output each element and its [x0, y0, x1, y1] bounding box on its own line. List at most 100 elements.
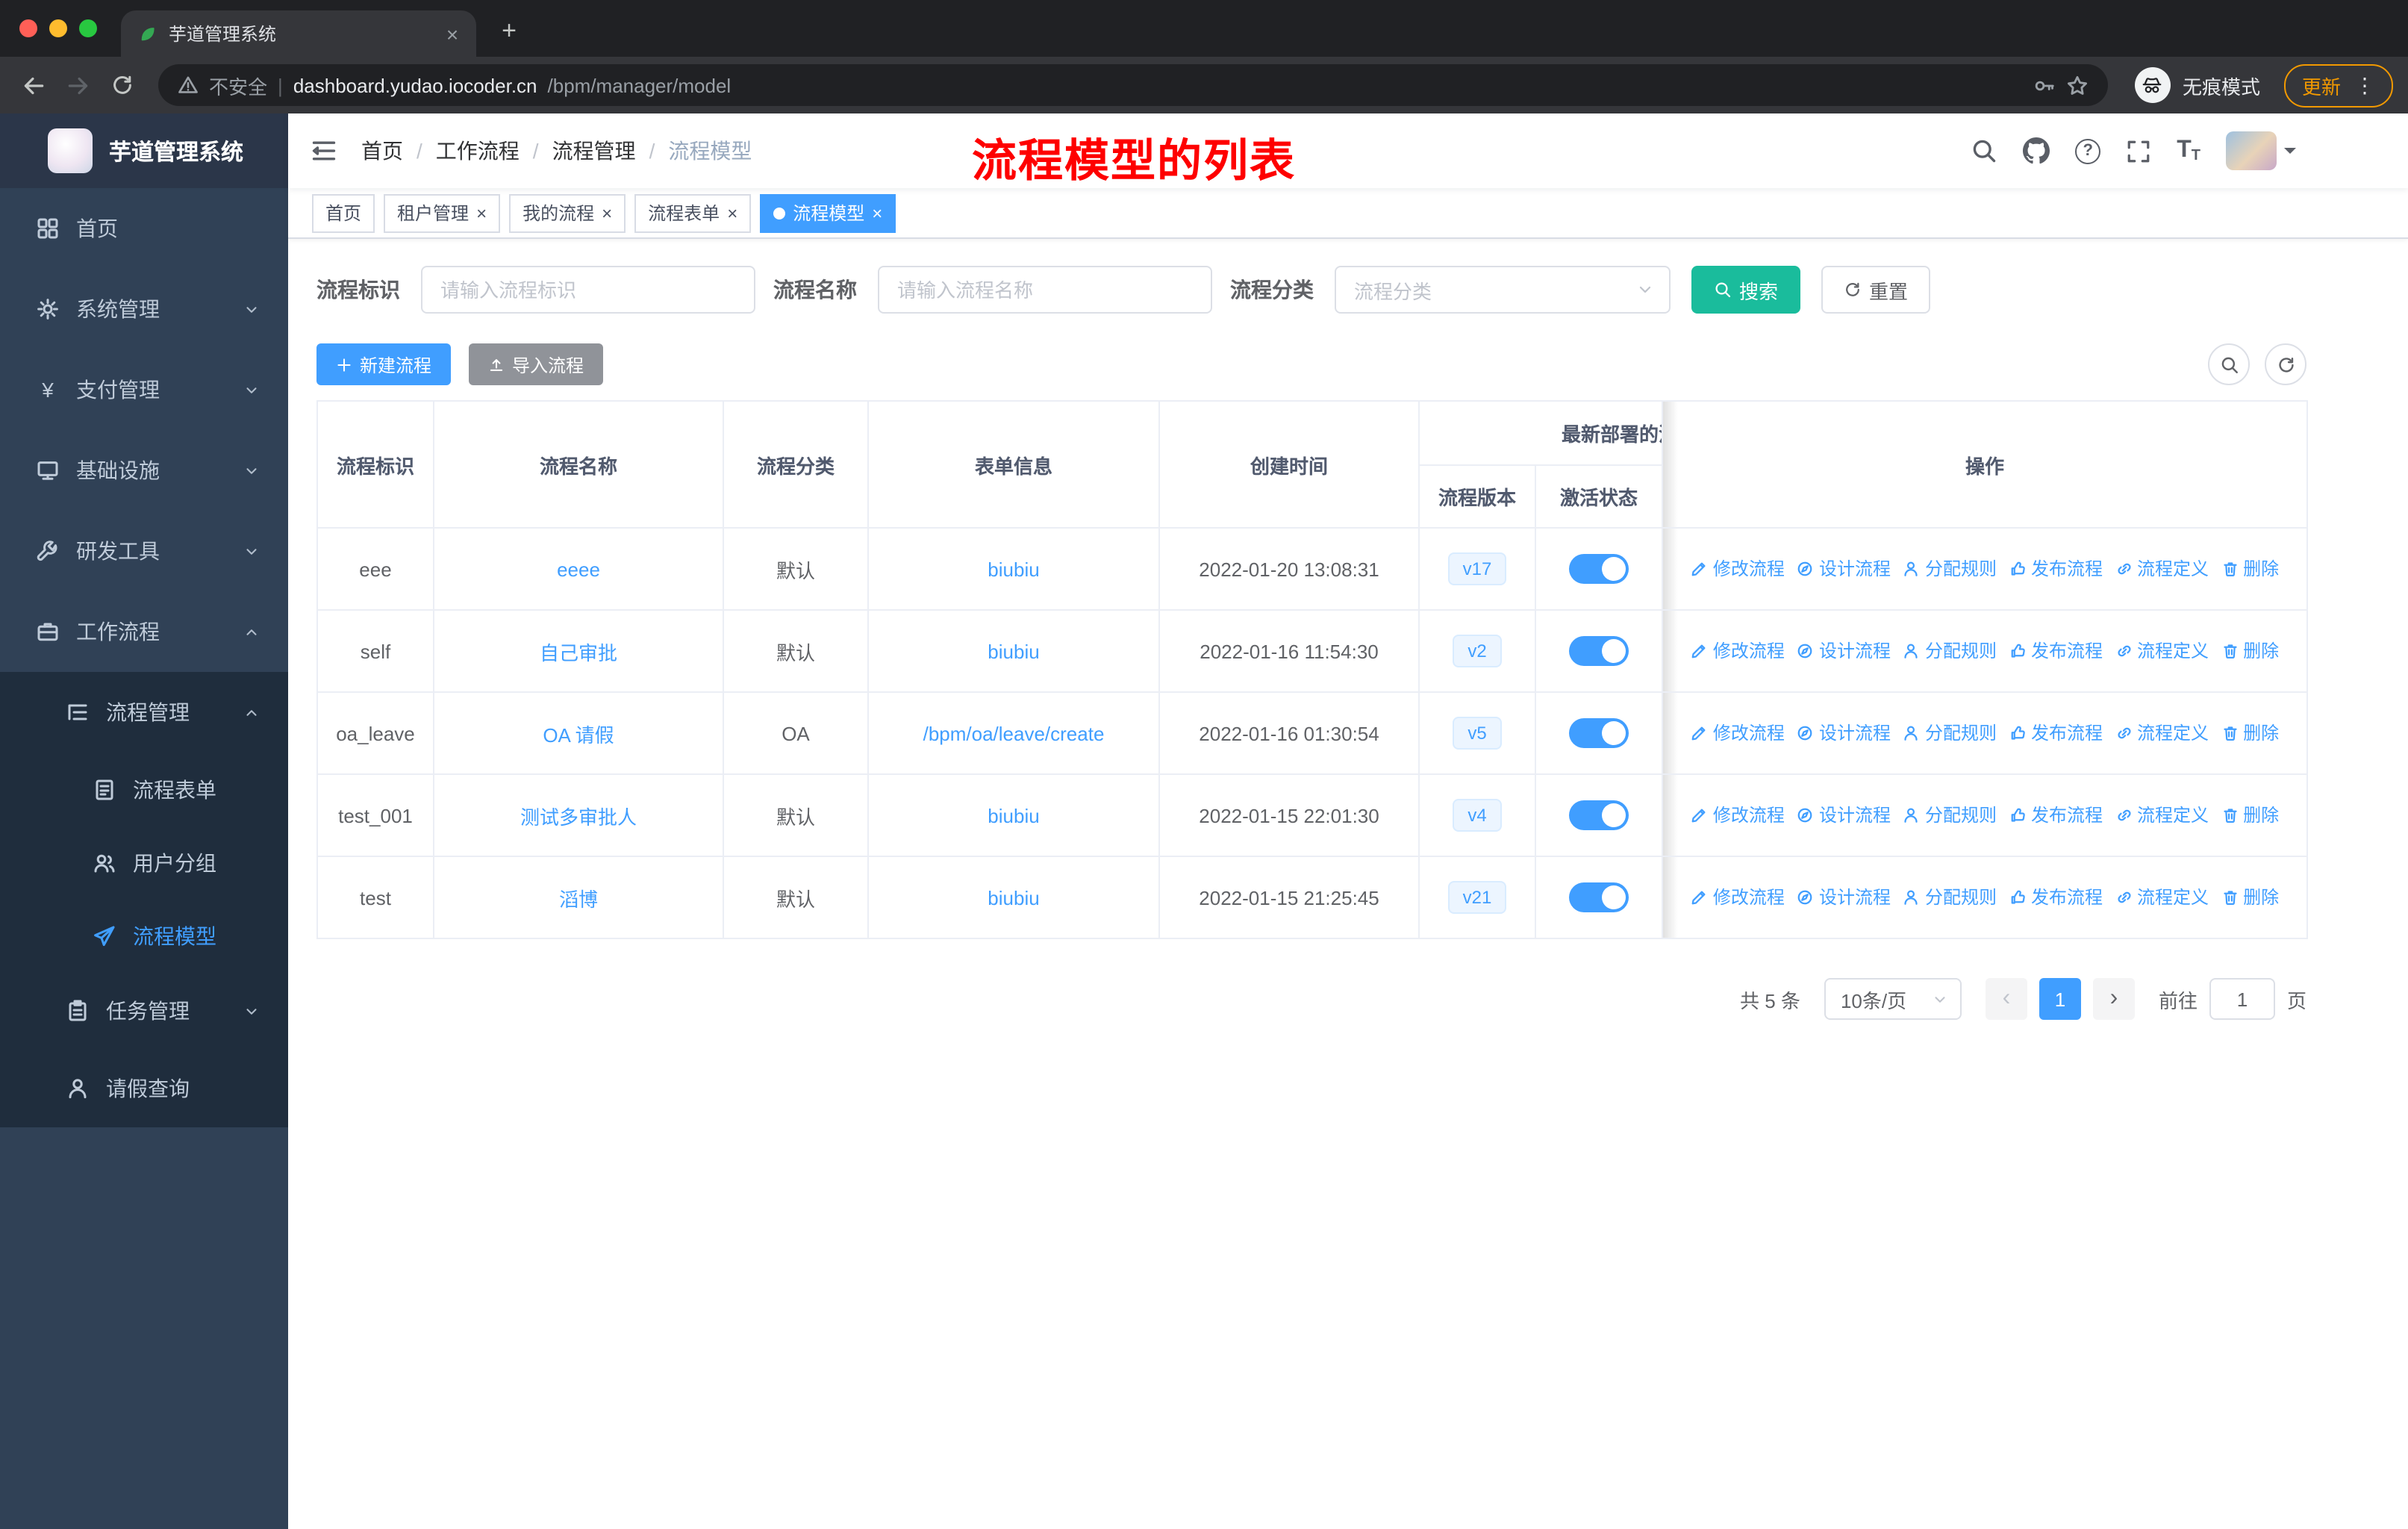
sidebar-item-workflow[interactable]: 工作流程: [0, 591, 288, 672]
tag-process-model[interactable]: 流程模型 ×: [760, 193, 896, 232]
traffic-zoom-button[interactable]: [79, 19, 97, 37]
address-bar[interactable]: 不安全 | dashboard.yudao.iocoder.cn /bpm/ma…: [158, 64, 2108, 106]
form-info-link[interactable]: biubiu: [988, 640, 1039, 662]
process-name-input[interactable]: [878, 266, 1212, 314]
publish-process-link[interactable]: 发布流程: [2009, 556, 2103, 582]
activation-toggle[interactable]: [1569, 636, 1629, 666]
browser-tab[interactable]: 芋道管理系统 ×: [121, 10, 476, 57]
search-icon[interactable]: [1971, 137, 1997, 164]
font-size-icon[interactable]: TT: [2177, 137, 2200, 164]
sidebar-item-infrastructure[interactable]: 基础设施: [0, 430, 288, 511]
breadcrumb-workflow[interactable]: 工作流程: [436, 136, 520, 166]
new-tab-button[interactable]: +: [494, 16, 524, 46]
process-definition-link[interactable]: 流程定义: [2115, 720, 2209, 746]
goto-page-input[interactable]: [2209, 978, 2275, 1020]
reset-button[interactable]: 重置: [1821, 266, 1931, 314]
browser-menu-icon[interactable]: ⋮: [2354, 72, 2375, 98]
help-icon[interactable]: ?: [2075, 138, 2101, 164]
browser-update-button[interactable]: 更新 ⋮: [2283, 63, 2393, 107]
sidebar-item-process-model[interactable]: 流程模型: [0, 899, 288, 972]
activation-toggle[interactable]: [1569, 554, 1629, 584]
publish-process-link[interactable]: 发布流程: [2009, 720, 2103, 746]
publish-process-link[interactable]: 发布流程: [2009, 803, 2103, 828]
app-logo[interactable]: 芋道管理系统: [0, 113, 288, 188]
design-process-link[interactable]: 设计流程: [1797, 803, 1891, 828]
delete-link[interactable]: 删除: [2221, 720, 2279, 746]
form-info-link[interactable]: biubiu: [988, 886, 1039, 909]
edit-process-link[interactable]: 修改流程: [1691, 803, 1785, 828]
traffic-minimize-button[interactable]: [49, 19, 67, 37]
search-button[interactable]: 搜索: [1691, 266, 1801, 314]
design-process-link[interactable]: 设计流程: [1797, 638, 1891, 664]
activation-toggle[interactable]: [1569, 800, 1629, 830]
delete-link[interactable]: 删除: [2221, 803, 2279, 828]
process-name-link[interactable]: 自己审批: [540, 641, 617, 664]
process-name-link[interactable]: 滔博: [559, 888, 598, 910]
create-process-button[interactable]: 新建流程: [316, 343, 452, 385]
sidebar-item-process-form[interactable]: 流程表单: [0, 753, 288, 826]
process-name-link[interactable]: eeee: [557, 558, 600, 580]
form-info-link[interactable]: biubiu: [988, 558, 1039, 580]
tag-my-process[interactable]: 我的流程 ×: [509, 193, 626, 232]
process-definition-link[interactable]: 流程定义: [2115, 803, 2209, 828]
edit-process-link[interactable]: 修改流程: [1691, 556, 1785, 582]
design-process-link[interactable]: 设计流程: [1797, 556, 1891, 582]
tab-close-icon[interactable]: ×: [440, 22, 464, 46]
sidebar-item-payment[interactable]: ¥ 支付管理: [0, 349, 288, 430]
activation-toggle[interactable]: [1569, 882, 1629, 912]
process-name-link[interactable]: OA 请假: [543, 723, 614, 746]
assign-rule-link[interactable]: 分配规则: [1903, 638, 1997, 664]
password-key-icon[interactable]: [2033, 74, 2056, 96]
github-icon[interactable]: [2023, 137, 2050, 164]
delete-link[interactable]: 删除: [2221, 638, 2279, 664]
bookmark-star-icon[interactable]: [2066, 74, 2089, 96]
process-key-input[interactable]: [421, 266, 755, 314]
reload-button[interactable]: [105, 67, 140, 103]
close-icon[interactable]: ×: [476, 202, 487, 223]
page-number-button[interactable]: 1: [2039, 978, 2081, 1020]
user-menu[interactable]: [2226, 131, 2296, 170]
category-select[interactable]: 流程分类: [1335, 266, 1671, 314]
process-definition-link[interactable]: 流程定义: [2115, 885, 2209, 910]
form-info-link[interactable]: biubiu: [988, 804, 1039, 826]
tag-process-form[interactable]: 流程表单 ×: [634, 193, 752, 232]
process-name-link[interactable]: 测试多审批人: [520, 806, 637, 828]
sidebar-item-home[interactable]: 首页: [0, 188, 288, 269]
avatar[interactable]: [2226, 131, 2277, 170]
refresh-table-button[interactable]: [2265, 343, 2306, 385]
tag-tenant[interactable]: 租户管理 ×: [384, 193, 501, 232]
assign-rule-link[interactable]: 分配规则: [1903, 803, 1997, 828]
sidebar-item-task-management[interactable]: 任务管理: [0, 972, 288, 1050]
close-icon[interactable]: ×: [602, 202, 612, 223]
sidebar-item-devtools[interactable]: 研发工具: [0, 511, 288, 591]
fullscreen-icon[interactable]: [2126, 138, 2151, 164]
import-process-button[interactable]: 导入流程: [469, 343, 604, 385]
process-definition-link[interactable]: 流程定义: [2115, 556, 2209, 582]
tag-home[interactable]: 首页: [312, 193, 375, 232]
breadcrumb-process-management[interactable]: 流程管理: [552, 136, 636, 166]
back-button[interactable]: [15, 67, 51, 103]
publish-process-link[interactable]: 发布流程: [2009, 885, 2103, 910]
assign-rule-link[interactable]: 分配规则: [1903, 885, 1997, 910]
design-process-link[interactable]: 设计流程: [1797, 885, 1891, 910]
process-definition-link[interactable]: 流程定义: [2115, 638, 2209, 664]
next-page-button[interactable]: ›: [2092, 978, 2135, 1020]
publish-process-link[interactable]: 发布流程: [2009, 638, 2103, 664]
sidebar-item-system[interactable]: 系统管理: [0, 269, 288, 349]
design-process-link[interactable]: 设计流程: [1797, 720, 1891, 746]
close-icon[interactable]: ×: [727, 202, 737, 223]
activation-toggle[interactable]: [1569, 718, 1629, 748]
edit-process-link[interactable]: 修改流程: [1691, 720, 1785, 746]
edit-process-link[interactable]: 修改流程: [1691, 638, 1785, 664]
forward-button[interactable]: [60, 67, 96, 103]
assign-rule-link[interactable]: 分配规则: [1903, 720, 1997, 746]
sidebar-collapse-button[interactable]: [311, 137, 337, 164]
close-icon[interactable]: ×: [872, 202, 882, 223]
delete-link[interactable]: 删除: [2221, 556, 2279, 582]
form-info-link[interactable]: /bpm/oa/leave/create: [923, 722, 1105, 744]
page-size-select[interactable]: 10条/页: [1824, 978, 1962, 1020]
delete-link[interactable]: 删除: [2221, 885, 2279, 910]
sidebar-item-process-management[interactable]: 流程管理: [0, 672, 288, 753]
prev-page-button[interactable]: ‹: [1985, 978, 2027, 1020]
traffic-close-button[interactable]: [19, 19, 37, 37]
